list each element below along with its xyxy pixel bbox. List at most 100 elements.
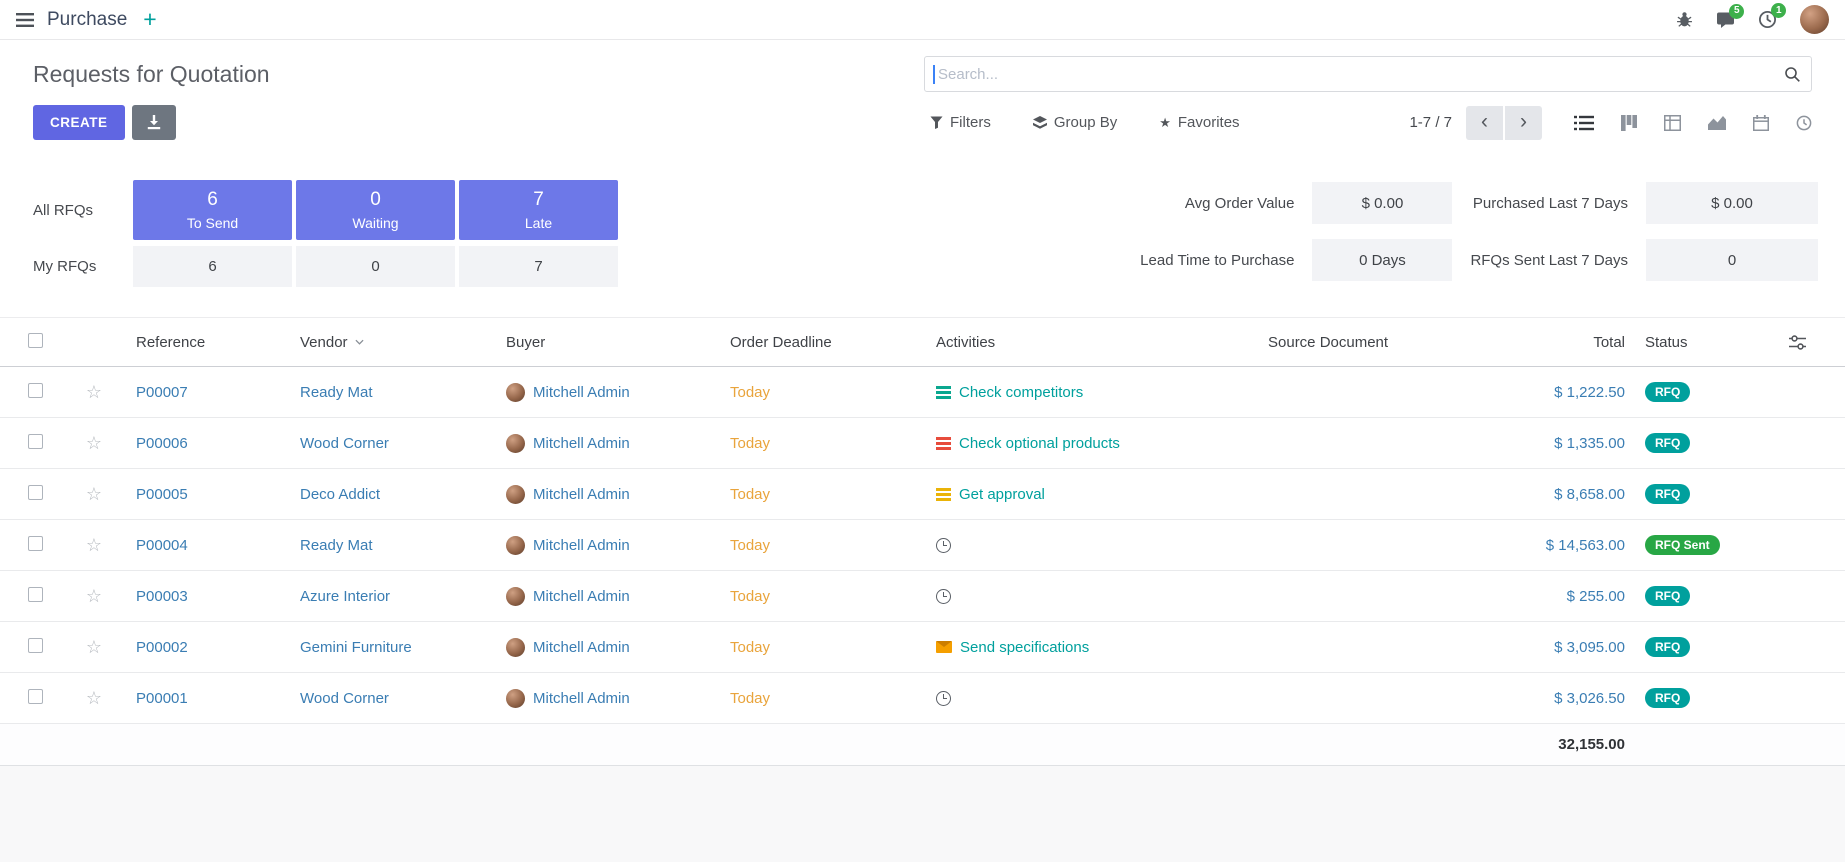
reference-link[interactable]: P00001 (136, 690, 188, 707)
search-icon[interactable] (1784, 66, 1801, 83)
reference-link[interactable]: P00004 (136, 537, 188, 554)
favorite-star-icon[interactable]: ☆ (86, 382, 102, 403)
favorite-star-icon[interactable]: ☆ (86, 433, 102, 454)
row-checkbox[interactable] (28, 638, 43, 653)
tile-to-send[interactable]: 6 To Send (133, 180, 292, 240)
pager-previous-button[interactable]: ‹ (1466, 106, 1503, 140)
view-calendar-icon[interactable] (1753, 115, 1769, 131)
activity-type-icon[interactable] (936, 437, 951, 450)
table-row[interactable]: ☆ P00005 Deco Addict Mitchell Admin Toda… (0, 469, 1845, 520)
column-header-source-document[interactable]: Source Document (1256, 334, 1487, 351)
row-checkbox[interactable] (28, 587, 43, 602)
create-button[interactable]: CREATE (33, 105, 125, 140)
user-avatar[interactable] (1800, 5, 1829, 34)
activity-clock-icon[interactable] (936, 691, 951, 706)
export-download-button[interactable] (132, 105, 176, 140)
buyer-link[interactable]: Mitchell Admin (533, 435, 630, 452)
vendor-link[interactable]: Gemini Furniture (300, 639, 412, 656)
buyer-link[interactable]: Mitchell Admin (533, 690, 630, 707)
row-checkbox[interactable] (28, 536, 43, 551)
favorite-star-icon[interactable]: ☆ (86, 586, 102, 607)
reference-link[interactable]: P00006 (136, 435, 188, 452)
messages-icon[interactable]: 5 (1716, 11, 1735, 29)
column-header-vendor[interactable]: Vendor (288, 334, 494, 351)
order-deadline-text: Today (718, 486, 924, 503)
reference-link[interactable]: P00005 (136, 486, 188, 503)
pager-next-button[interactable]: › (1505, 106, 1542, 140)
optional-columns-icon[interactable] (1789, 335, 1806, 350)
reference-link[interactable]: P00002 (136, 639, 188, 656)
activities-clock-icon[interactable]: 1 (1758, 10, 1777, 29)
row-checkbox[interactable] (28, 383, 43, 398)
view-kanban-icon[interactable] (1621, 115, 1637, 131)
my-waiting-count[interactable]: 0 (296, 246, 455, 287)
view-pivot-icon[interactable] (1664, 115, 1681, 131)
favorite-star-icon[interactable]: ☆ (86, 637, 102, 658)
debug-bug-icon[interactable] (1676, 11, 1693, 28)
view-graph-icon[interactable] (1708, 115, 1726, 130)
table-row[interactable]: ☆ P00002 Gemini Furniture Mitchell Admin… (0, 622, 1845, 673)
select-all-cell (28, 333, 43, 352)
new-tab-button[interactable]: + (143, 8, 156, 31)
favorite-star-icon[interactable]: ☆ (86, 688, 102, 709)
tile-count: 6 (207, 189, 218, 211)
hamburger-menu-icon[interactable] (16, 13, 34, 27)
my-late-count[interactable]: 7 (459, 246, 618, 287)
column-header-reference[interactable]: Reference (118, 334, 288, 351)
favorite-star-icon[interactable]: ☆ (86, 535, 102, 556)
reference-link[interactable]: P00007 (136, 384, 188, 401)
table-row[interactable]: ☆ P00007 Ready Mat Mitchell Admin Today … (0, 367, 1845, 418)
activity-email-icon[interactable] (936, 641, 952, 653)
app-menu-title[interactable]: Purchase (47, 9, 127, 31)
total-amount: $ 14,563.00 (1487, 537, 1637, 554)
reference-link[interactable]: P00003 (136, 588, 188, 605)
buyer-link[interactable]: Mitchell Admin (533, 639, 630, 656)
activity-type-icon[interactable] (936, 488, 951, 501)
vendor-link[interactable]: Ready Mat (300, 537, 373, 554)
filters-label: Filters (950, 114, 991, 131)
tile-late[interactable]: 7 Late (459, 180, 618, 240)
buyer-avatar (506, 383, 525, 402)
buyer-link[interactable]: Mitchell Admin (533, 486, 630, 503)
select-all-checkbox[interactable] (28, 333, 43, 348)
table-row[interactable]: ☆ P00003 Azure Interior Mitchell Admin T… (0, 571, 1845, 622)
favorites-button[interactable]: ★ Favorites (1153, 113, 1245, 132)
column-header-order-deadline[interactable]: Order Deadline (718, 334, 924, 351)
view-list-icon[interactable] (1574, 115, 1594, 131)
search-box[interactable] (924, 56, 1812, 92)
buyer-link[interactable]: Mitchell Admin (533, 588, 630, 605)
row-checkbox[interactable] (28, 485, 43, 500)
buyer-link[interactable]: Mitchell Admin (533, 384, 630, 401)
buyer-avatar (506, 689, 525, 708)
vendor-link[interactable]: Azure Interior (300, 588, 390, 605)
vendor-link[interactable]: Deco Addict (300, 486, 380, 503)
activity-type-icon[interactable] (936, 386, 951, 399)
row-checkbox[interactable] (28, 689, 43, 704)
favorite-star-icon[interactable]: ☆ (86, 484, 102, 505)
vendor-link[interactable]: Ready Mat (300, 384, 373, 401)
vendor-link[interactable]: Wood Corner (300, 435, 389, 452)
table-row[interactable]: ☆ P00004 Ready Mat Mitchell Admin Today … (0, 520, 1845, 571)
filters-button[interactable]: Filters (924, 113, 997, 132)
activity-link[interactable]: Send specifications (960, 639, 1089, 656)
tile-waiting[interactable]: 0 Waiting (296, 180, 455, 240)
activity-link[interactable]: Get approval (959, 486, 1045, 503)
table-row[interactable]: ☆ P00006 Wood Corner Mitchell Admin Toda… (0, 418, 1845, 469)
buyer-link[interactable]: Mitchell Admin (533, 537, 630, 554)
activity-link[interactable]: Check optional products (959, 435, 1120, 452)
column-header-activities[interactable]: Activities (924, 334, 1256, 351)
row-checkbox[interactable] (28, 434, 43, 449)
activity-link[interactable]: Check competitors (959, 384, 1083, 401)
tile-count: 7 (533, 189, 544, 211)
search-input[interactable] (936, 65, 1784, 84)
column-header-buyer[interactable]: Buyer (494, 334, 718, 351)
activity-clock-icon[interactable] (936, 538, 951, 553)
vendor-link[interactable]: Wood Corner (300, 690, 389, 707)
view-activity-icon[interactable] (1796, 115, 1812, 131)
group-by-button[interactable]: Group By (1027, 113, 1123, 132)
activity-clock-icon[interactable] (936, 589, 951, 604)
my-to-send-count[interactable]: 6 (133, 246, 292, 287)
column-header-total[interactable]: Total (1487, 334, 1637, 351)
table-row[interactable]: ☆ P00001 Wood Corner Mitchell Admin Toda… (0, 673, 1845, 724)
column-header-status[interactable]: Status (1637, 334, 1749, 351)
